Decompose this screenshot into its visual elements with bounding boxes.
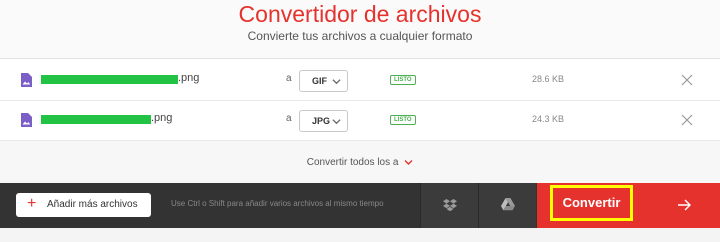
page-title: Convertidor de archivos (238, 1, 482, 27)
redacted-filename (41, 115, 151, 124)
add-files-label: Añadir más archivos (47, 199, 138, 210)
page-subtitle: Convierte tus archivos a cualquier forma… (247, 29, 473, 43)
chevron-down-icon (332, 119, 341, 125)
file-extension: .png (178, 72, 200, 84)
close-icon[interactable] (681, 114, 693, 126)
arrow-right-icon[interactable] (678, 199, 692, 211)
to-label: a (286, 73, 292, 84)
file-list-panel: .png a GIF LISTO 28.6 KB .png a JPG LIST… (0, 58, 720, 185)
convert-all-dropdown[interactable]: Convertir todos los a (0, 157, 720, 168)
action-bar: + Añadir más archivos Use Ctrl o Shift p… (0, 183, 720, 228)
convert-area[interactable]: Convertir (537, 183, 720, 228)
file-row: .png a JPG LISTO 24.3 KB (0, 101, 720, 141)
format-select[interactable]: JPG (299, 110, 348, 132)
multi-select-hint: Use Ctrl o Shift para añadir varios arch… (171, 199, 384, 208)
redacted-filename (41, 75, 178, 84)
page-header: Convertidor de archivos Convierte tus ar… (0, 0, 720, 58)
image-file-icon (21, 73, 32, 87)
google-drive-icon (501, 198, 515, 211)
chevron-down-icon (332, 79, 341, 85)
status-badge: LISTO (390, 115, 416, 125)
convert-all-label: Convertir todos los a (306, 157, 399, 168)
convert-all-bar: Convertir todos los a (0, 141, 720, 185)
format-select[interactable]: GIF (299, 70, 348, 92)
image-file-icon (21, 113, 32, 127)
plus-icon: + (27, 195, 37, 212)
convert-button[interactable]: Convertir (550, 185, 633, 221)
file-row: .png a GIF LISTO 28.6 KB (0, 61, 720, 101)
format-value: GIF (312, 76, 327, 86)
dropbox-icon (443, 199, 457, 212)
google-drive-button[interactable] (478, 183, 536, 228)
format-value: JPG (312, 116, 331, 126)
close-icon[interactable] (681, 74, 693, 86)
to-label: a (286, 113, 292, 124)
file-size: 28.6 KB (532, 74, 565, 84)
file-size: 24.3 KB (532, 114, 565, 124)
file-extension: .png (151, 112, 173, 124)
status-badge: LISTO (390, 75, 416, 85)
add-files-button[interactable]: + Añadir más archivos (16, 193, 151, 217)
chevron-down-icon (404, 159, 413, 165)
dropbox-button[interactable] (420, 183, 478, 228)
